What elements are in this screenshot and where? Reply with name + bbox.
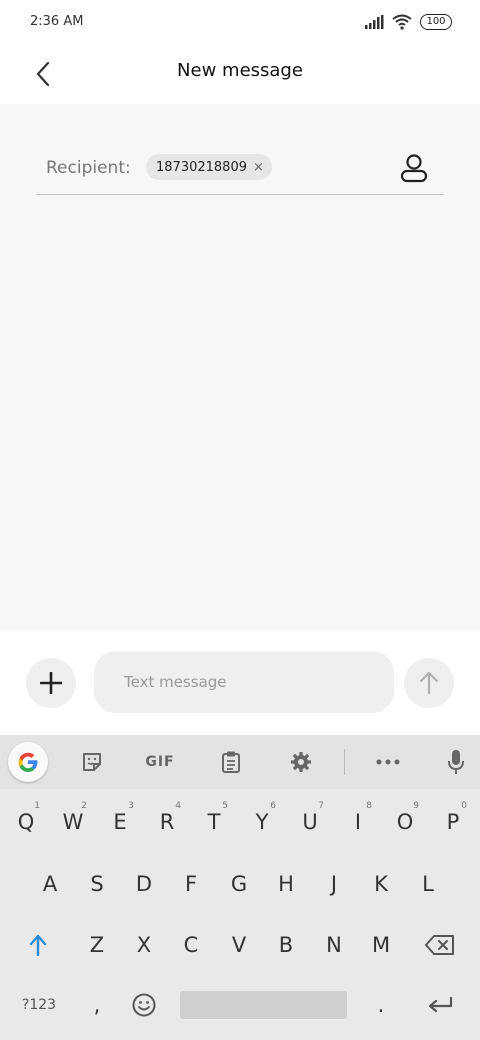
recipient-chip-number: 18730218809: [156, 159, 247, 175]
key-k[interactable]: K: [359, 858, 403, 910]
settings-button[interactable]: [281, 744, 321, 780]
toolbar-divider: [344, 749, 345, 775]
key-p[interactable]: P0: [431, 796, 475, 848]
app-header: New message: [0, 44, 480, 104]
key-b[interactable]: B: [264, 919, 308, 971]
keyboard: GIF Q 1 W 2 E 3 R 4 T 5 Y 6 U 7 I 8 O 9 …: [0, 735, 480, 1040]
plus-icon: [40, 672, 62, 694]
gif-button[interactable]: GIF: [140, 744, 180, 780]
key-o[interactable]: O9: [383, 796, 427, 848]
key-j[interactable]: J: [312, 858, 356, 910]
symbols-key[interactable]: ?123: [10, 979, 68, 1031]
key-q[interactable]: Q1: [4, 796, 48, 848]
wifi-icon: [392, 14, 412, 30]
key-e[interactable]: E3: [98, 796, 142, 848]
recipient-chip[interactable]: 18730218809 ×: [146, 154, 272, 180]
key-t[interactable]: T5: [192, 796, 236, 848]
key-u[interactable]: U7: [288, 796, 332, 848]
sticker-icon: [83, 753, 101, 771]
close-icon[interactable]: ×: [253, 160, 264, 175]
recipient-row: Recipient: 18730218809 ×: [36, 142, 444, 195]
backspace-icon: [425, 935, 454, 955]
person-icon: [400, 154, 428, 183]
shift-key[interactable]: [16, 919, 60, 971]
key-g[interactable]: G: [217, 858, 261, 910]
backspace-key[interactable]: [418, 919, 462, 971]
key-r[interactable]: R4: [145, 796, 189, 848]
status-time: 2:36 AM: [30, 14, 84, 29]
attach-button[interactable]: [26, 658, 76, 708]
recipient-label: Recipient:: [46, 158, 131, 178]
key-m[interactable]: M: [359, 919, 403, 971]
google-icon[interactable]: [8, 742, 48, 782]
key-h[interactable]: H: [264, 858, 308, 910]
key-z[interactable]: Z: [75, 919, 119, 971]
key-x[interactable]: X: [122, 919, 166, 971]
more-button[interactable]: [368, 744, 408, 780]
voice-input-button[interactable]: [436, 744, 476, 780]
gear-icon: [291, 752, 311, 772]
clipboard-button[interactable]: [211, 744, 251, 780]
microphone-icon: [448, 750, 464, 774]
key-f[interactable]: F: [169, 858, 213, 910]
arrow-up-icon: [419, 671, 439, 695]
key-y[interactable]: Y6: [240, 796, 284, 848]
key-s[interactable]: S: [75, 858, 119, 910]
period-key[interactable]: .: [359, 979, 403, 1031]
compose-bar: [0, 630, 480, 735]
battery-indicator: 100: [420, 14, 452, 30]
google-g-icon: [18, 752, 38, 772]
key-l[interactable]: L: [406, 858, 450, 910]
key-d[interactable]: D: [122, 858, 166, 910]
sticker-button[interactable]: [72, 744, 112, 780]
status-bar: 2:36 AM 100: [0, 0, 480, 44]
enter-icon: [428, 996, 453, 1013]
enter-key[interactable]: [418, 979, 462, 1031]
emoji-key[interactable]: [122, 979, 166, 1031]
send-button[interactable]: [404, 658, 454, 708]
message-input[interactable]: [94, 651, 394, 713]
comma-key[interactable]: ,: [75, 979, 119, 1031]
key-c[interactable]: C: [169, 919, 213, 971]
key-v[interactable]: V: [217, 919, 261, 971]
key-i[interactable]: I8: [336, 796, 380, 848]
signal-icon: [365, 15, 384, 29]
add-contact-button[interactable]: [398, 152, 430, 184]
conversation-area: Recipient: 18730218809 ×: [0, 104, 480, 630]
more-horizontal-icon: [376, 759, 400, 765]
key-a[interactable]: A: [28, 858, 72, 910]
key-n[interactable]: N: [312, 919, 356, 971]
shift-arrow-icon: [29, 934, 47, 956]
emoji-icon: [132, 993, 156, 1017]
page-title: New message: [177, 60, 303, 81]
keyboard-toolbar: GIF: [0, 735, 480, 789]
key-w[interactable]: W2: [51, 796, 95, 848]
clipboard-icon: [222, 751, 240, 773]
space-key[interactable]: [180, 991, 347, 1019]
gif-label: GIF: [145, 754, 175, 770]
